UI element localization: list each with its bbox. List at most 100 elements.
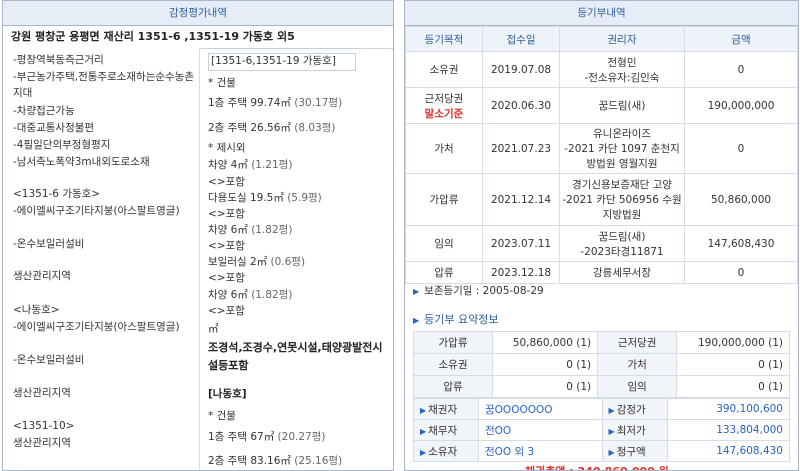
appraisal-notes: -평창역북동측근거리 -부근농가주택,전통주로소재하는순수농촌지대 -차량접근가… (3, 48, 200, 470)
note-line: <나동호> (13, 304, 60, 316)
note-line: 생산관리지역 (13, 437, 71, 449)
date-cell: 2019.07.08 (482, 51, 560, 88)
table-row: 임의 2023.07.11 꿈드림(새) -2023타경11871 147,608… (405, 225, 798, 262)
purpose-cell: 가처 (405, 123, 483, 174)
note-line: -평창역북동측근거리 (13, 54, 104, 66)
claim-amount-value: 147,608,430 (666, 440, 791, 462)
amount-cell: 50,860,000 (684, 173, 798, 226)
registry-table: 등기목적 접수일 권리자 금액 소유권 2019.07.08 전형민 -전소유자:… (405, 26, 798, 284)
note-line: -차량접근가능 (13, 105, 75, 117)
include-note: <>포함 (208, 240, 245, 252)
property-address: 강원 평창군 용평면 재산리 1351-6 ,1351-19 가동호 외5 (3, 26, 393, 49)
note-line: -남서측노폭약3m내외도로소재 (13, 156, 150, 168)
purpose-cell: 소유권 (405, 51, 483, 88)
registry-panel: 등기부내역 등기목적 접수일 권리자 금액 소유권 2019.07.08 전형민… (404, 0, 799, 471)
creditor-value: 꿈OOOOOOO (478, 398, 603, 420)
note-line: -대중교통사정불편 (13, 122, 95, 134)
holder-cell: 경기신용보증재단 고양 -2021 카단 506956 수원 지방법원 (559, 173, 685, 226)
preservation-date: ▶ 보존등기일 : 2005-08-29 (413, 285, 544, 297)
table-row: 압류 0 (1) 임의 0 (1) (413, 375, 790, 398)
floor-line: 2층 주택 26.56㎡ (8.03평) (208, 122, 336, 134)
holder-cell: 꿈드림(새) -2023타경11871 (559, 225, 685, 262)
purpose-cell: 임의 (405, 225, 483, 262)
unit-mark: ㎡ (208, 323, 219, 335)
registry-title: 등기부내역 (405, 1, 798, 26)
holder-cell: 유니온라이즈 -2021 카단 1097 춘천지 방법원 영월지원 (559, 123, 685, 174)
note-line: 생산관리지역 (13, 270, 71, 282)
holder-cell: 전형민 -전소유자:김인숙 (559, 51, 685, 88)
minimum-price-value: 133,804,000 (666, 419, 791, 441)
building-heading: * 건물 (208, 77, 236, 89)
bullet-icon: ▶ (413, 287, 420, 296)
owner-value: 전OO 외 3 (478, 440, 603, 462)
appraisal-title: 감정평가내역 (3, 1, 393, 26)
table-row: ▶ 소유자 전OO 외 3 ▶ 청구액 147,608,430 (413, 440, 791, 462)
bullet-icon: ▶ (420, 447, 427, 457)
lot-header: [1351-6,1351-19 가동호] (211, 55, 336, 67)
date-cell: 2021.07.23 (482, 123, 560, 174)
include-note: <>포함 (208, 208, 245, 220)
extra-line: 차양 6㎡ (1.82평) (208, 224, 293, 236)
table-row: 압류 2023.12.18 강릉세무서장 0 (405, 261, 798, 284)
floor-line: 2층 주택 83.16㎡ (25.16평) (208, 455, 343, 467)
table-row: ▶ 채무자 전OO ▶ 최저가 133,804,000 (413, 419, 791, 441)
col-header: 접수일 (482, 26, 560, 52)
col-header: 금액 (684, 26, 798, 52)
floor-line: 1층 주택 67㎡ (20.27평) (208, 431, 326, 443)
amount-cell: 0 (684, 51, 798, 88)
note-line: -에이엘씨구조기타지붕(아스팔트영글) (13, 205, 180, 217)
note-line: 생산관리지역 (13, 387, 71, 399)
building-b-header: [나동호] (208, 388, 247, 400)
date-cell: 2023.12.18 (482, 261, 560, 284)
date-cell: 2023.07.11 (482, 225, 560, 262)
table-row: 소유권 2019.07.08 전형민 -전소유자:김인숙 0 (405, 51, 798, 88)
bullet-icon: ▶ (420, 426, 427, 436)
extra-line: 차양 6㎡ (1.82평) (208, 289, 293, 301)
floor-line: 1층 주택 99.74㎡ (30.17평) (208, 97, 343, 109)
note-line: -에이엘씨구조기타지붕(아스팔트영글) (13, 321, 180, 333)
appraisal-panel: 감정평가내역 강원 평창군 용평면 재산리 1351-6 ,1351-19 가동… (2, 0, 394, 471)
extra-line: 보일러실 2㎡ (0.6평) (208, 256, 306, 268)
table-row: 근저당권 말소기준 2020.06.30 꿈드림(새) 190,000,000 (405, 87, 798, 124)
table-row: 가압류 50,860,000 (1) 근저당권 190,000,000 (1) (413, 331, 790, 354)
note-line: -온수보일러설비 (13, 354, 85, 366)
holder-cell: 강릉세무서장 (559, 261, 685, 284)
extra-line: 차양 4㎡ (1.21평) (208, 159, 293, 171)
bullet-icon: ▶ (608, 426, 615, 436)
extra-heading: * 제시외 (208, 142, 246, 154)
debtor-value: 전OO (478, 419, 603, 441)
included-facilities-note: 조경석,조경수,연못시설,태양광발전시설등포함 (208, 341, 383, 372)
note-line: <1351-6 가동호> (13, 188, 101, 200)
table-row: 가압류 2021.12.14 경기신용보증재단 고양 -2021 카단 50695… (405, 173, 798, 226)
bullet-icon: ▶ (608, 447, 615, 457)
amount-cell: 147,608,430 (684, 225, 798, 262)
purpose-cell: 근저당권 말소기준 (405, 87, 483, 124)
date-cell: 2021.12.14 (482, 173, 560, 226)
appraisal-details: [1351-6,1351-19 가동호] * 건물 1층 주택 99.74㎡ (… (200, 48, 393, 470)
amount-cell: 0 (684, 123, 798, 174)
note-line: <1351-10> (13, 420, 75, 432)
holder-cell: 꿈드림(새) (559, 87, 685, 124)
extra-line: 다용도실 19.5㎡ (5.9평) (208, 192, 322, 204)
total-claims: 채권총액 : 240,860,000 원 (525, 463, 669, 470)
bullet-icon: ▶ (420, 405, 427, 415)
table-row: 소유권 0 (1) 가처 0 (1) (413, 353, 790, 376)
note-line: -4필일단의부정형평지 (13, 139, 111, 151)
include-note: <>포함 (208, 176, 245, 188)
appraisal-value: 390,100,600 (666, 398, 791, 420)
table-row: 가처 2021.07.23 유니온라이즈 -2021 카단 1097 춘천지 방법원… (405, 123, 798, 174)
bullet-icon: ▶ (413, 316, 420, 325)
col-header: 권리자 (559, 26, 685, 52)
note-line: -부근농가주택,전통주로소재하는순수농촌지대 (13, 71, 195, 99)
cancel-standard-badge: 말소기준 (424, 107, 464, 120)
amount-cell: 190,000,000 (684, 87, 798, 124)
col-header: 등기목적 (405, 26, 483, 52)
table-header-row: 등기목적 접수일 권리자 금액 (405, 26, 798, 52)
purpose-cell: 압류 (405, 261, 483, 284)
table-row: ▶ 채권자 꿈OOOOOOO ▶ 감정가 390,100,600 (413, 398, 791, 420)
purpose-cell: 가압류 (405, 173, 483, 226)
case-info-table: ▶ 채권자 꿈OOOOOOO ▶ 감정가 390,100,600 ▶ 채무자 전OO … (413, 398, 791, 462)
bullet-icon: ▶ (608, 405, 615, 415)
summary-heading: ▶ 등기부 요약정보 (413, 313, 499, 326)
summary-table: 가압류 50,860,000 (1) 근저당권 190,000,000 (1) 소유… (413, 331, 790, 398)
